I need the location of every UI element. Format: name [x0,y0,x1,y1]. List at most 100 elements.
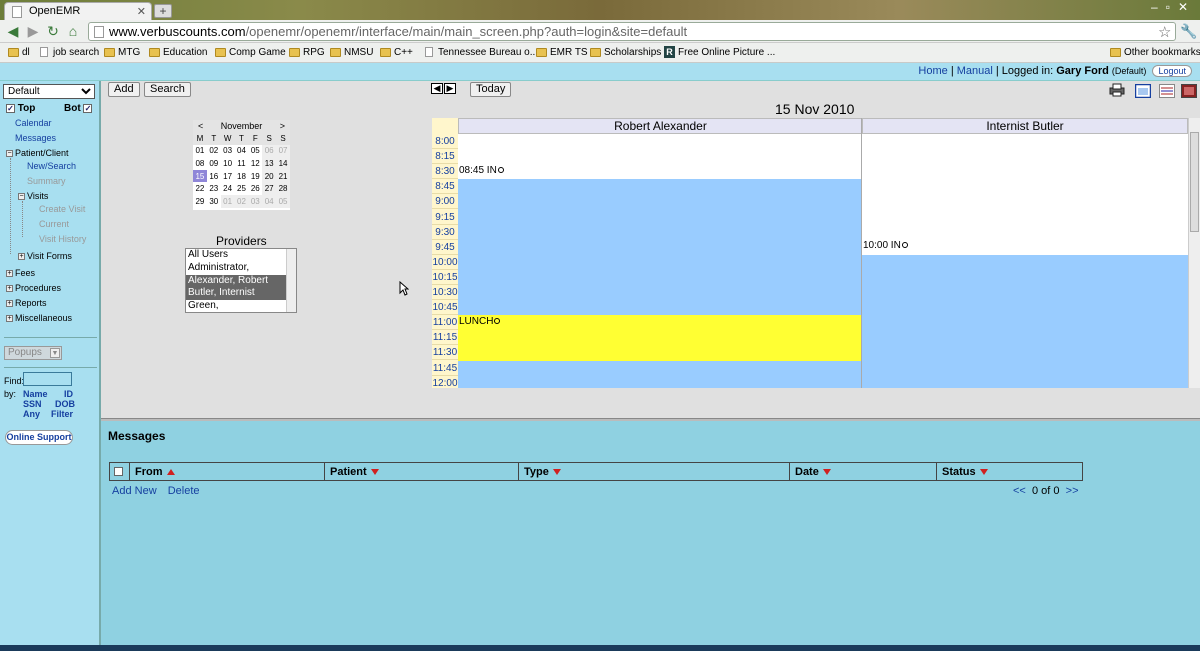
day-cell[interactable]: 02 [207,145,221,158]
time-slot-label[interactable]: 10:45 [432,300,458,316]
time-slot-label[interactable]: 9:30 [432,225,458,240]
provider-option[interactable]: Green, [186,300,296,312]
online-support-button[interactable]: Online Support [5,430,73,445]
day-cell[interactable]: 26 [248,182,262,195]
bookmark-item[interactable]: C++ [380,47,413,58]
time-slot-label[interactable]: 10:30 [432,285,458,300]
day-cell[interactable]: 06 [262,144,277,158]
bookmark-item[interactable]: Education [149,47,207,58]
nav-current[interactable]: Current [39,219,69,229]
day-cell[interactable]: 01 [193,145,207,158]
day-cell[interactable]: 22 [193,182,207,195]
nav-create-visit[interactable]: Create Visit [39,204,85,214]
day-cell[interactable]: 25 [235,182,249,195]
scrollbar[interactable] [286,249,296,312]
bookmark-item[interactable]: Comp Game [215,47,286,58]
bookmark-item[interactable]: RPG [289,47,325,58]
day-cell[interactable]: 20 [262,169,277,183]
time-slot-label[interactable]: 9:00 [432,194,458,210]
search-button[interactable]: Search [144,82,191,97]
event-in[interactable]: 10:00 IN [863,240,908,251]
bookmark-item[interactable]: dl [8,47,30,58]
provider-option[interactable]: Butler, Internist [186,287,296,301]
find-by-id[interactable]: ID [64,389,73,399]
lunch-block[interactable] [458,315,861,361]
bookmark-item[interactable]: EMR TS [536,47,588,58]
logout-button[interactable]: Logout [1152,65,1192,77]
star-icon[interactable]: ☆ [1158,23,1171,41]
bookmark-item[interactable]: job search [39,47,99,58]
day-view-icon[interactable] [1135,84,1151,98]
nav-visit-forms[interactable]: + Visit Forms [18,251,72,261]
address-bar[interactable]: www.verbuscounts.com/openemr/openemr/int… [88,22,1176,41]
provider-option[interactable]: Administrator, [186,262,296,275]
day-cell[interactable]: 29 [193,195,207,208]
expand-icon[interactable]: + [6,300,13,308]
event-lunch[interactable]: LUNCH [459,316,501,327]
expand-icon[interactable]: + [18,253,25,261]
time-slot-label[interactable]: 10:15 [432,270,458,285]
back-icon[interactable]: ◀ [4,23,22,40]
available-slot[interactable] [862,255,1188,388]
day-cell[interactable]: 07 [276,144,290,158]
day-cell[interactable]: 14 [276,157,290,170]
find-by-ssn[interactable]: SSN [23,399,42,409]
provider-column-header[interactable]: Robert Alexander [458,118,863,134]
column-patient[interactable]: Patient [324,462,519,481]
expand-icon[interactable]: + [6,315,13,323]
popups-select[interactable]: Popups ▼ [4,346,62,360]
today-button[interactable]: Today [470,82,512,97]
bookmark-item[interactable]: R Free Online Picture ... [664,46,775,58]
collapse-icon[interactable]: − [18,193,25,201]
wrench-icon[interactable]: 🔧 [1180,23,1197,40]
provider-option[interactable]: Alexander, Robert [186,274,296,288]
nav-patient-client[interactable]: − Patient/Client [6,148,69,158]
column-date[interactable]: Date [789,462,937,481]
bot-checkbox[interactable]: ✓ [83,103,93,113]
day-cell[interactable]: 04 [235,145,249,158]
day-cell[interactable]: 28 [276,182,290,195]
week-view-icon[interactable] [1159,84,1175,98]
day-cell[interactable]: 02 [234,194,249,208]
nav-calendar[interactable]: Calendar [15,118,52,128]
window-controls[interactable]: ‒▫✕ [1151,0,1196,18]
home-icon[interactable]: ⌂ [64,23,82,40]
nav-new-search[interactable]: New/Search [27,161,76,171]
day-cell[interactable]: 24 [221,182,235,195]
day-cell[interactable]: 23 [207,182,221,195]
find-by-dob[interactable]: DOB [55,399,75,409]
time-slot-label[interactable]: 11:30 [432,345,458,361]
providers-list[interactable]: All Users Administrator, Alexander, Robert… [185,248,297,313]
add-button[interactable]: Add [108,82,140,97]
top-checkbox[interactable]: ✓ [6,103,15,113]
nav-visits[interactable]: − Visits [18,191,48,201]
time-slot-label[interactable]: 8:45 [432,179,458,195]
nav-summary[interactable]: Summary [27,176,66,186]
day-cell[interactable]: 15 [193,169,207,183]
schedule-scrollbar[interactable] [1188,118,1200,388]
day-cell[interactable]: 05 [248,145,262,158]
time-slot-label[interactable]: 8:00 [432,134,458,149]
printer-icon[interactable] [1109,83,1125,97]
delete-link[interactable]: Delete [168,485,200,497]
nav-reports[interactable]: + Reports [6,298,47,308]
prev-day-icon[interactable]: ◀ [431,83,443,94]
nav-visit-history[interactable]: Visit History [39,234,86,244]
home-link[interactable]: Home [918,65,947,77]
mini-prev-month[interactable]: < [198,120,203,132]
provider-option[interactable]: All Users [186,249,296,262]
event-in[interactable]: 08:45 IN [459,165,504,176]
time-slot-label[interactable]: 11:45 [432,361,458,376]
find-filter[interactable]: Filter [51,409,73,419]
find-by-name[interactable]: Name [23,389,48,399]
day-cell[interactable]: 12 [248,157,262,170]
next-page-link[interactable]: >> [1066,485,1079,497]
time-slot-label[interactable]: 8:30 [432,164,458,180]
provider-column-header[interactable]: Internist Butler [862,118,1188,134]
bookmark-item[interactable]: MTG [104,47,140,58]
free-slot[interactable] [862,134,1188,255]
bookmark-item[interactable]: Tennessee Bureau o... [424,47,538,58]
available-slot[interactable] [458,361,861,388]
free-slot[interactable] [458,134,861,179]
day-cell[interactable]: 11 [235,157,249,170]
